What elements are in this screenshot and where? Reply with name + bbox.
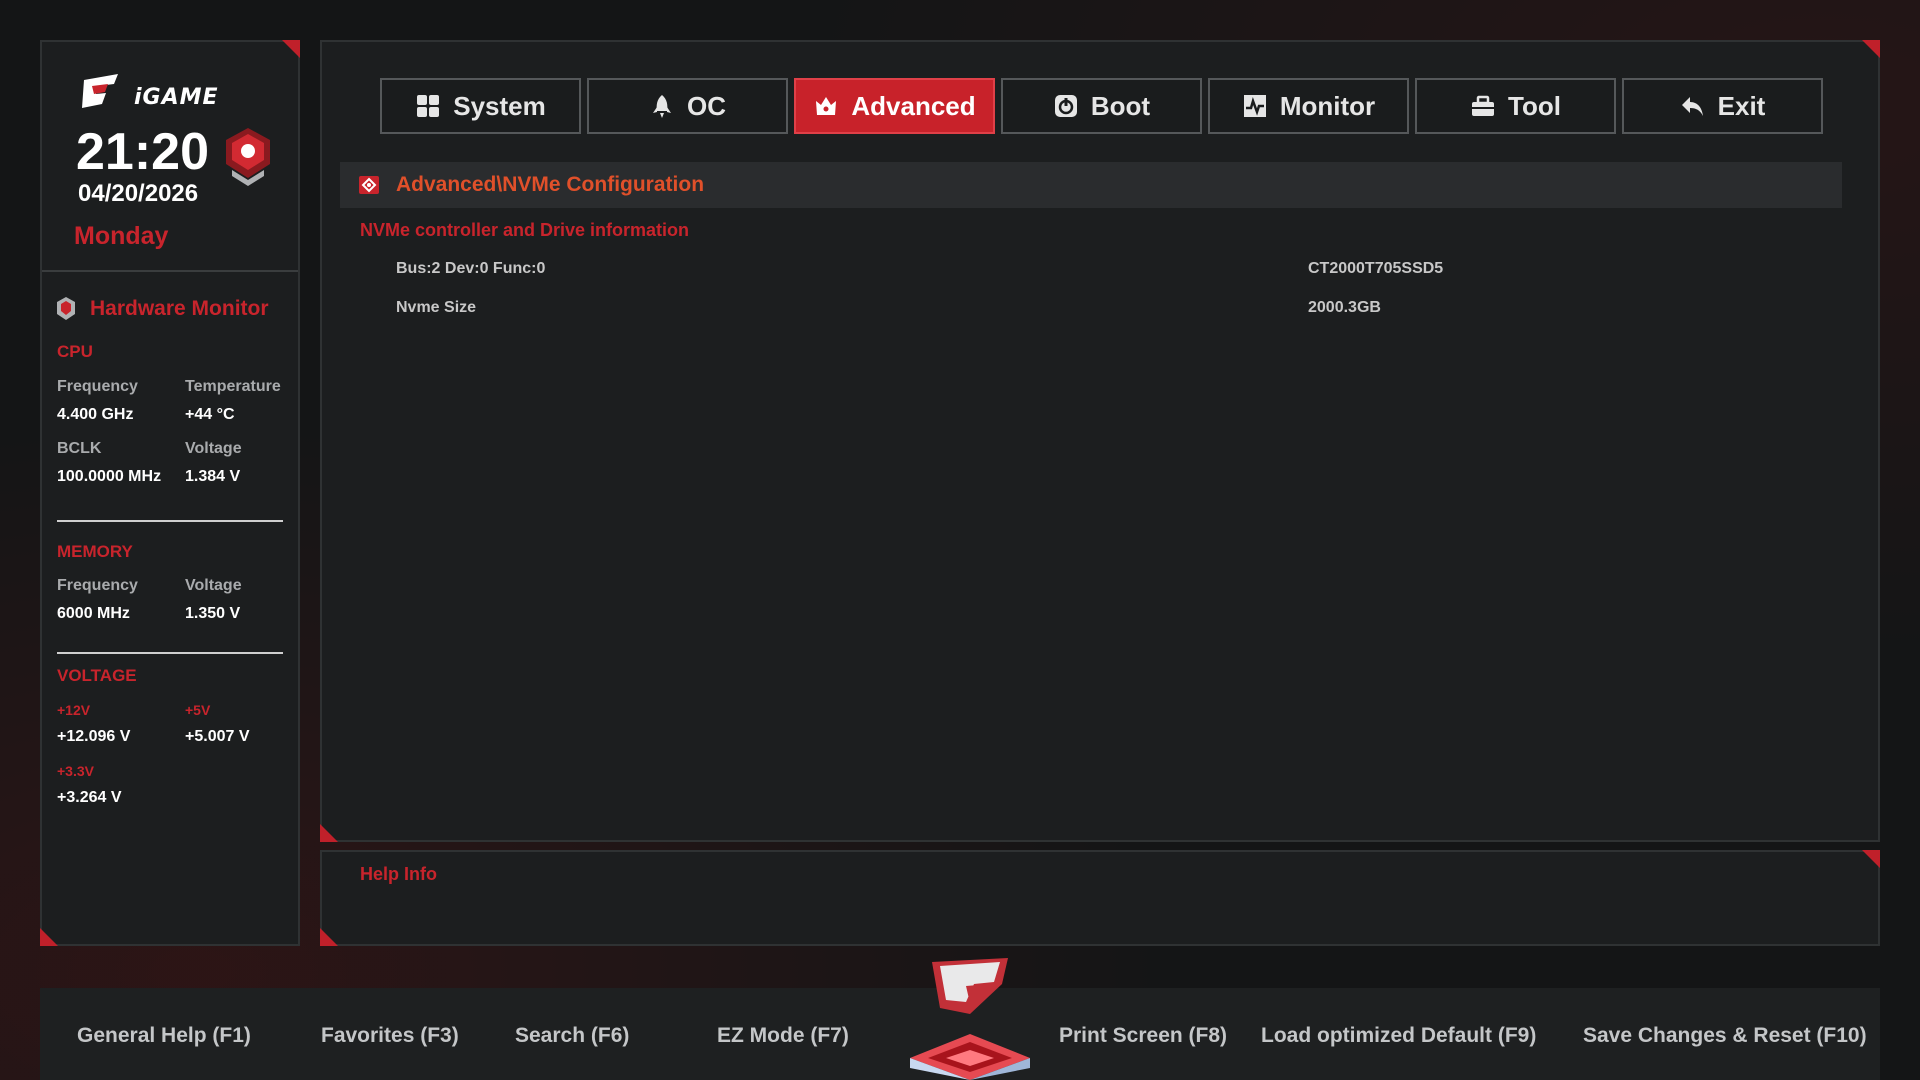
v5-label: +5V bbox=[185, 702, 211, 718]
v33-label: +3.3V bbox=[57, 763, 94, 779]
cpu-divider bbox=[57, 520, 283, 522]
rocket-icon bbox=[653, 95, 671, 118]
clock-date: 04/20/2026 bbox=[78, 180, 199, 207]
bus-info-label: Bus:2 Dev:0 Func:0 bbox=[396, 260, 546, 277]
favorites-button[interactable]: Favorites (F3) bbox=[321, 1024, 459, 1048]
cpu-bclk-label: BCLK bbox=[57, 440, 102, 457]
tab-system-label: System bbox=[453, 90, 546, 121]
pulse-icon bbox=[1243, 95, 1266, 117]
toolbox-icon bbox=[1472, 95, 1495, 116]
cpu-frequency-label: Frequency bbox=[57, 378, 138, 395]
main-panel: System OC Advanced Boot Monitor Tool Exi… bbox=[320, 40, 1880, 842]
cpu-frequency-value: 4.400 GHz bbox=[57, 406, 134, 423]
igame-emblem-icon bbox=[910, 958, 1030, 1080]
tab-oc-label: OC bbox=[687, 90, 726, 121]
search-button[interactable]: Search (F6) bbox=[515, 1024, 629, 1048]
v12-value: +12.096 V bbox=[57, 728, 131, 745]
hardware-monitor-title: Hardware Monitor bbox=[90, 297, 269, 320]
cpu-voltage-value: 1.384 V bbox=[185, 468, 241, 485]
section-title: NVMe controller and Drive information bbox=[360, 220, 690, 240]
hardware-monitor-icon bbox=[57, 297, 75, 320]
cpu-voltage-label: Voltage bbox=[185, 440, 242, 457]
memory-frequency-value: 6000 MHz bbox=[57, 605, 130, 622]
load-default-button[interactable]: Load optimized Default (F9) bbox=[1261, 1024, 1536, 1048]
tab-monitor[interactable]: Monitor bbox=[1208, 78, 1409, 134]
hardware-monitor-header: Hardware Monitor bbox=[56, 296, 269, 322]
tab-exit-label: Exit bbox=[1717, 90, 1766, 121]
memory-voltage-label: Voltage bbox=[185, 577, 242, 594]
grid-icon bbox=[417, 95, 440, 117]
tab-exit[interactable]: Exit bbox=[1622, 78, 1823, 134]
save-reset-button[interactable]: Save Changes & Reset (F10) bbox=[1583, 1024, 1867, 1048]
memory-frequency-label: Frequency bbox=[57, 577, 138, 594]
cpu-section-label: CPU bbox=[57, 342, 93, 361]
tab-boot-label: Boot bbox=[1090, 90, 1151, 121]
help-title: Help Info bbox=[360, 864, 437, 884]
power-icon bbox=[1054, 95, 1077, 117]
robot-mascot-icon bbox=[226, 128, 270, 186]
tab-monitor-label: Monitor bbox=[1279, 90, 1376, 121]
general-help-button[interactable]: General Help (F1) bbox=[77, 1024, 251, 1048]
clock-time: 21:20 bbox=[76, 123, 209, 181]
tab-oc[interactable]: OC bbox=[587, 78, 788, 134]
crown-icon bbox=[816, 97, 837, 115]
tab-advanced[interactable]: Advanced bbox=[794, 78, 995, 134]
memory-section-label: MEMORY bbox=[57, 542, 133, 561]
voltage-section-label: VOLTAGE bbox=[57, 666, 137, 685]
help-panel: Help Info bbox=[320, 850, 1880, 946]
brand-logo: iGAME bbox=[78, 72, 219, 112]
tab-system[interactable]: System bbox=[380, 78, 581, 134]
memory-voltage-value: 1.350 V bbox=[185, 605, 241, 622]
clock-day: Monday bbox=[74, 222, 169, 250]
brand-text: iGAME bbox=[134, 84, 219, 110]
settings-path-icon bbox=[359, 176, 379, 194]
cpu-bclk-value: 100.0000 MHz bbox=[57, 468, 162, 485]
tab-boot[interactable]: Boot bbox=[1001, 78, 1202, 134]
sidebar: iGAME 21:20 04/20/2026 Monday Hardware M… bbox=[40, 40, 300, 946]
ez-mode-button[interactable]: EZ Mode (F7) bbox=[717, 1024, 849, 1048]
tab-bar: System OC Advanced Boot Monitor Tool Exi… bbox=[380, 78, 1823, 134]
nvme-size-value: 2000.3GB bbox=[1308, 299, 1381, 316]
tab-advanced-label: Advanced bbox=[851, 90, 976, 121]
cpu-temperature-value: +44 °C bbox=[185, 406, 235, 423]
memory-divider bbox=[57, 652, 283, 654]
breadcrumb-text: Advanced\NVMe Configuration bbox=[396, 173, 705, 196]
v5-value: +5.007 V bbox=[185, 728, 250, 745]
v33-value: +3.264 V bbox=[57, 789, 122, 806]
back-arrow-icon bbox=[1681, 97, 1703, 116]
tab-tool[interactable]: Tool bbox=[1415, 78, 1616, 134]
sidebar-divider bbox=[42, 270, 298, 272]
drive-model-value: CT2000T705SSD5 bbox=[1308, 260, 1444, 277]
cpu-temperature-label: Temperature bbox=[185, 378, 281, 395]
v12-label: +12V bbox=[57, 702, 91, 718]
igame-logo-icon bbox=[82, 74, 118, 108]
print-screen-button[interactable]: Print Screen (F8) bbox=[1059, 1024, 1227, 1048]
nvme-size-label: Nvme Size bbox=[396, 299, 477, 316]
tab-tool-label: Tool bbox=[1508, 90, 1561, 121]
breadcrumb: Advanced\NVMe Configuration bbox=[340, 162, 1842, 208]
